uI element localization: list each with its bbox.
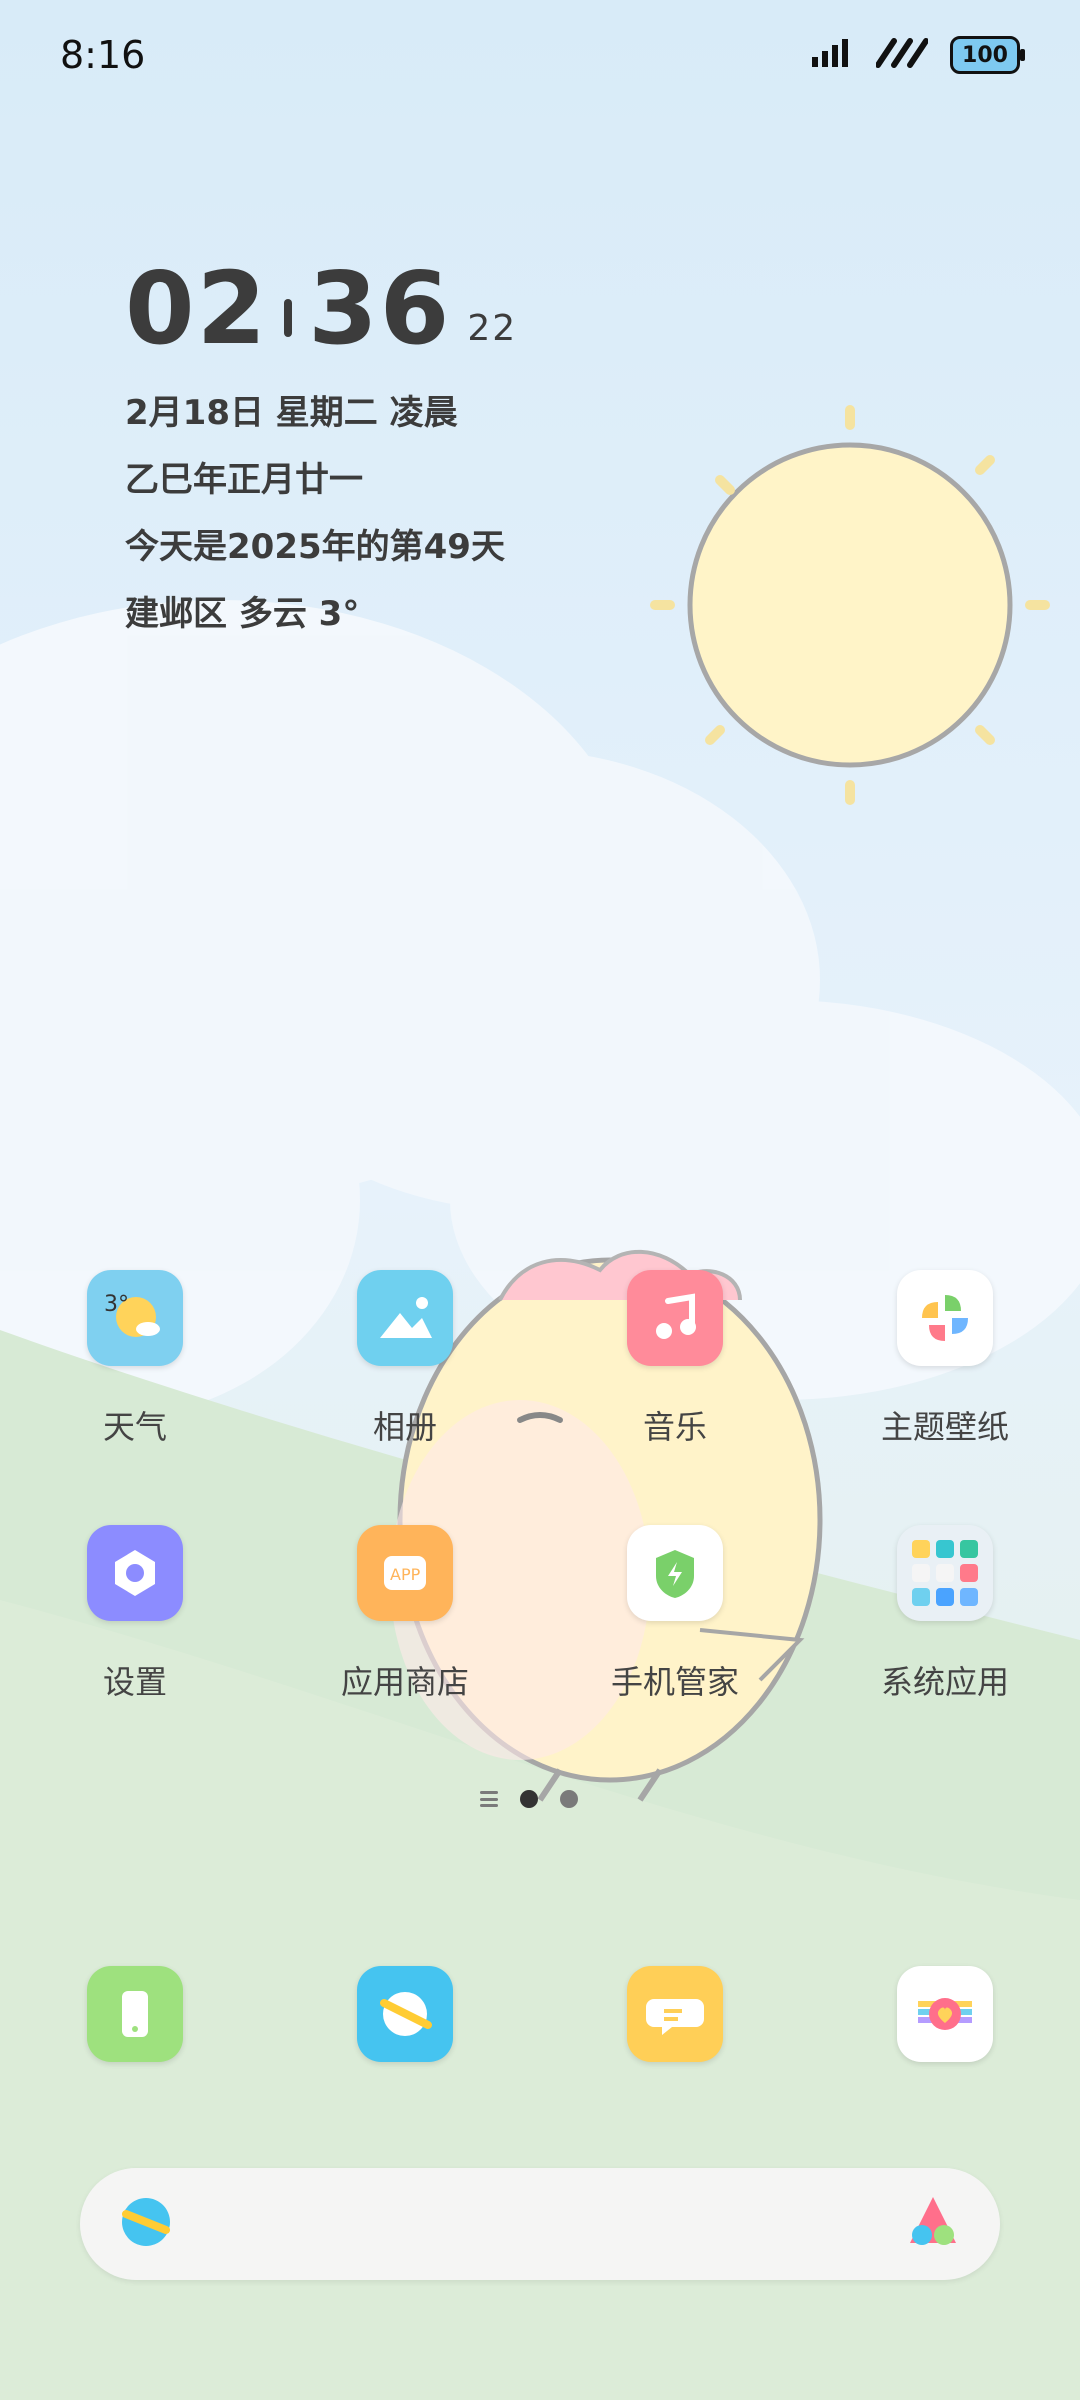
folder-icon [897, 1525, 993, 1621]
battery-level: 100 [962, 42, 1008, 68]
app-label-settings: 设置 [102, 1663, 167, 1701]
app-music[interactable]: 音乐 [540, 1270, 810, 1448]
network-icon [875, 37, 929, 73]
clock-hours: 02 [125, 250, 269, 367]
app-label-security: 手机管家 [610, 1663, 739, 1701]
app-appstore[interactable]: APP 应用商店 [270, 1525, 540, 1703]
dock-heart-app[interactable] [810, 1966, 1080, 2062]
gallery-icon [357, 1270, 453, 1366]
battery-icon: 100 [950, 36, 1025, 74]
dock-phone[interactable] [0, 1966, 270, 2062]
app-gallery[interactable]: 相册 [270, 1270, 540, 1448]
app-label-weather: 天气 [102, 1408, 167, 1446]
dock-browser[interactable] [270, 1966, 540, 2062]
music-icon [627, 1270, 723, 1366]
menu-lines-icon [480, 1791, 498, 1807]
signal-icon [810, 37, 854, 73]
phone-icon [87, 1966, 183, 2062]
app-label-appstore: 应用商店 [340, 1663, 469, 1701]
app-label-themes: 主题壁纸 [880, 1408, 1009, 1446]
weather-icon: 3° [87, 1270, 183, 1366]
page-indicator[interactable] [480, 1790, 578, 1808]
lunar-date-line: 乙巳年正月廿一 [125, 460, 363, 500]
app-label-folder-system: 系统应用 [880, 1663, 1009, 1701]
heart-icon [897, 1966, 993, 2062]
page-dot-active [520, 1790, 538, 1808]
browser-search-icon[interactable] [116, 2192, 176, 2256]
status-time: 8:16 [60, 33, 146, 77]
status-bar: 8:16 100 [0, 0, 1080, 110]
security-shield-icon [627, 1525, 723, 1621]
clock-minutes: 36 [308, 250, 452, 367]
app-weather[interactable]: 3° 天气 [0, 1270, 270, 1448]
weather-icon-temp: 3° [104, 1292, 129, 1317]
app-themes[interactable]: 主题壁纸 [810, 1270, 1080, 1448]
message-icon [627, 1966, 723, 2062]
clock-widget[interactable]: 02 36 22 2月18日 星期二 凌晨 乙巳年正月廿一 今天是2025年的第… [125, 250, 517, 635]
app-label-music: 音乐 [642, 1408, 707, 1446]
clock-separator [284, 299, 293, 337]
weather-line: 建邺区 多云 3° [125, 594, 360, 634]
date-line: 2月18日 星期二 凌晨 [125, 393, 458, 433]
app-label-gallery: 相册 [372, 1408, 437, 1446]
appstore-icon: APP [357, 1525, 453, 1621]
app-security[interactable]: 手机管家 [540, 1525, 810, 1703]
appstore-badge: APP [390, 1565, 421, 1584]
app-settings[interactable]: 设置 [0, 1525, 270, 1703]
page-dot [560, 1790, 578, 1808]
themes-icon [897, 1270, 993, 1366]
search-bar[interactable] [80, 2168, 1000, 2280]
day-of-year-line: 今天是2025年的第49天 [125, 527, 505, 567]
assistant-icon[interactable] [902, 2191, 964, 2257]
clock-seconds: 22 [467, 308, 518, 349]
dock [0, 1966, 1080, 2062]
app-folder-system[interactable]: 系统应用 [810, 1525, 1080, 1703]
browser-icon [357, 1966, 453, 2062]
settings-icon [87, 1525, 183, 1621]
dock-messages[interactable] [540, 1966, 810, 2062]
